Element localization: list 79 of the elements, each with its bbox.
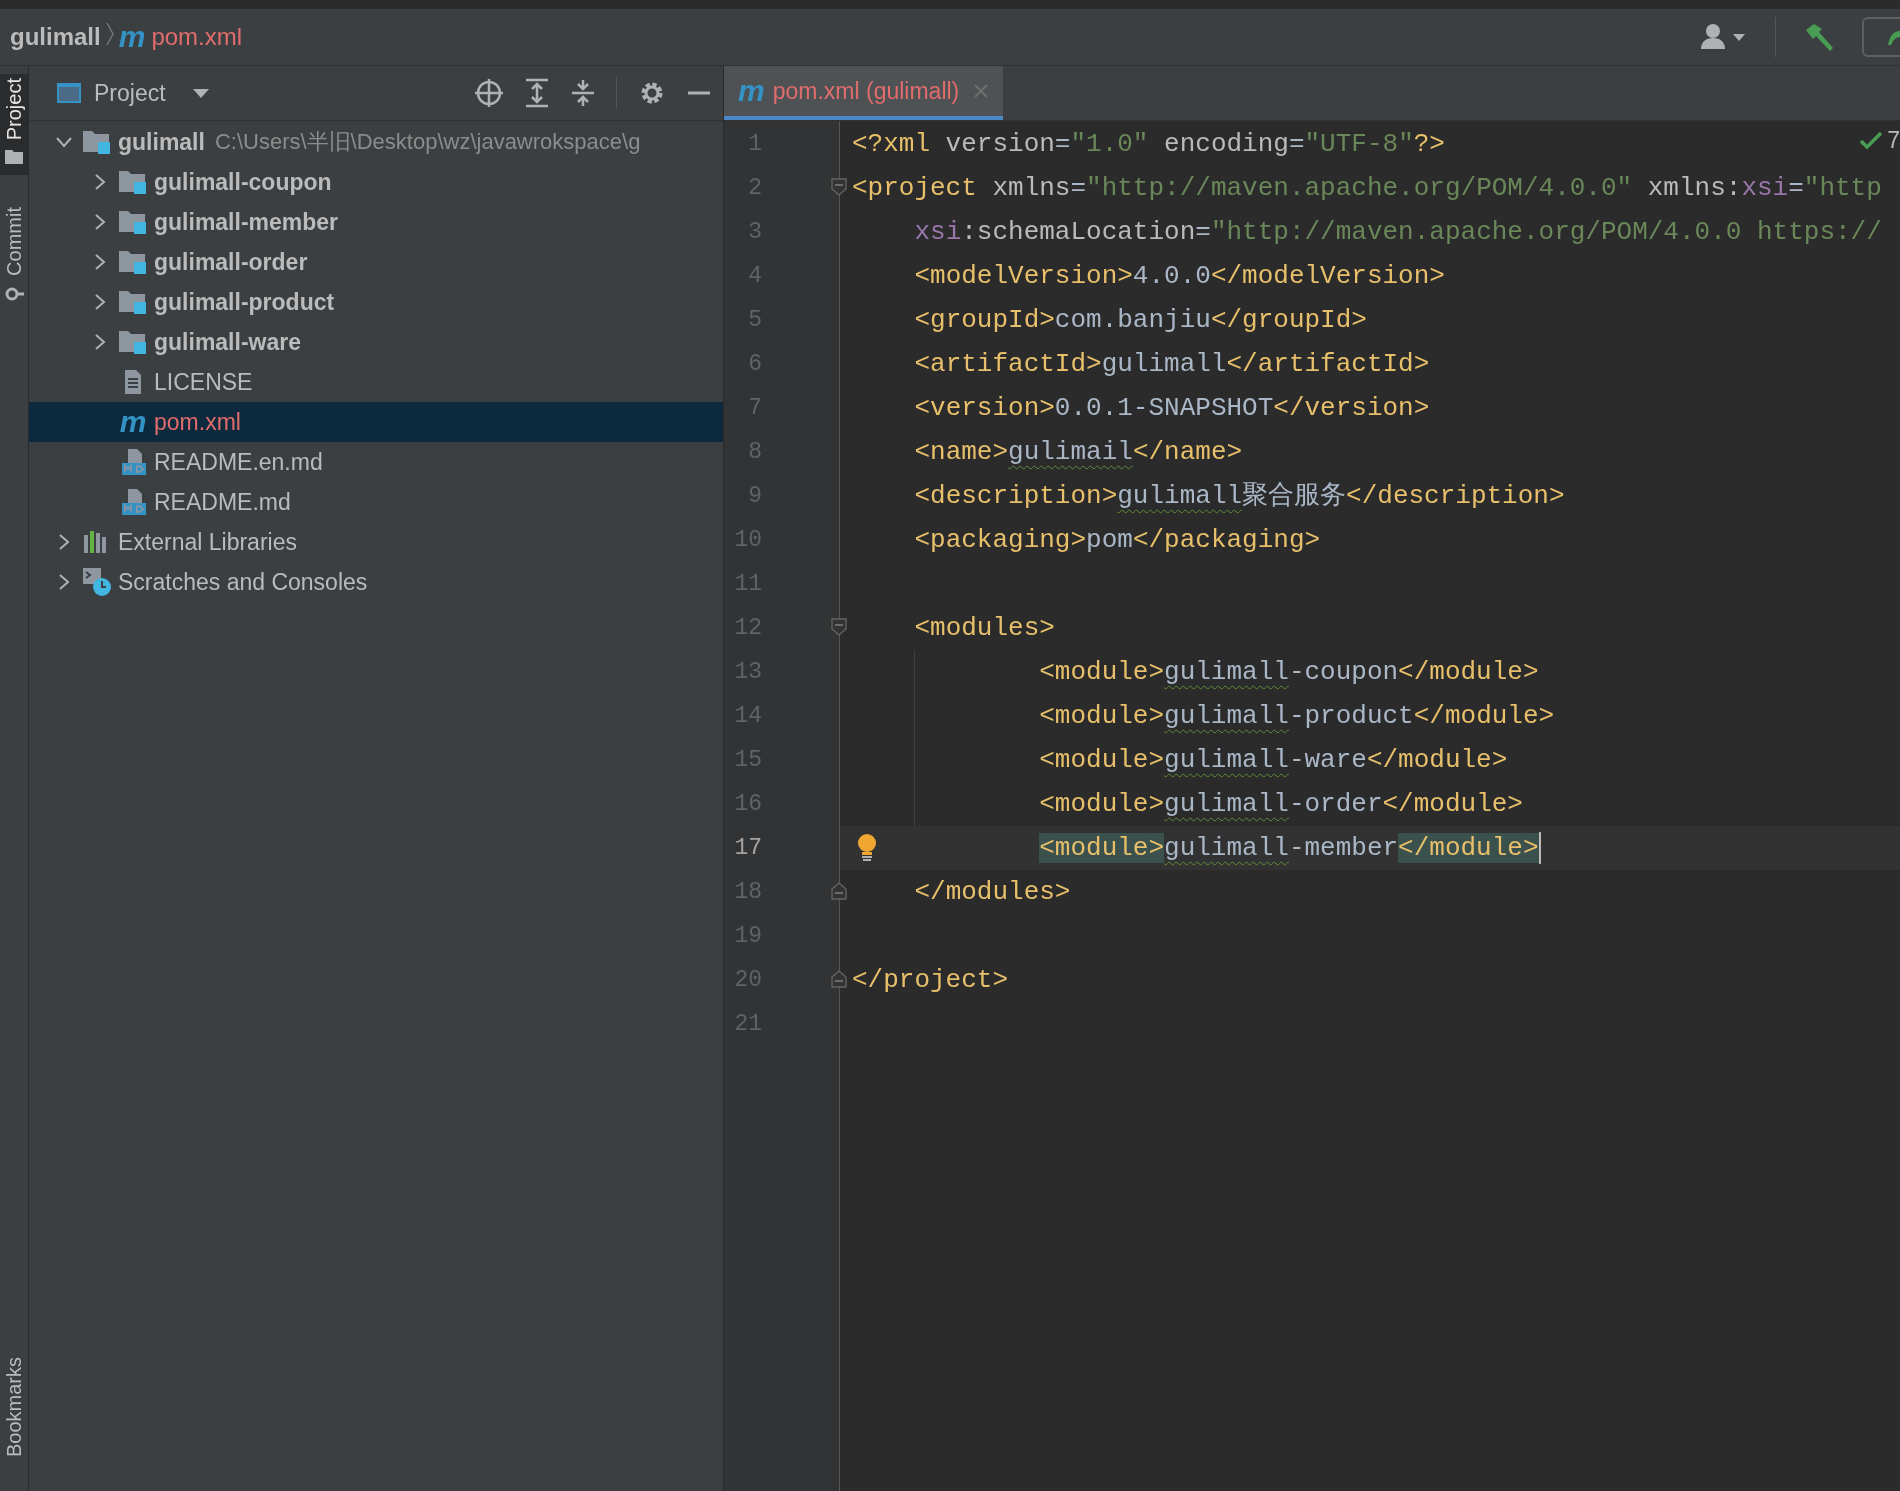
panel-window-icon xyxy=(56,82,82,104)
run-config-button[interactable] xyxy=(1862,17,1900,57)
line-number: 17 xyxy=(733,835,762,861)
caret-icon[interactable] xyxy=(191,87,210,99)
check-icon[interactable] xyxy=(1859,130,1884,151)
module-folder-icon xyxy=(118,289,148,315)
tree-row[interactable]: m pom.xml xyxy=(29,402,723,442)
code-line: <module>gulimall-coupon</module> xyxy=(852,650,1539,694)
code-line: <module>gulimall-order</module> xyxy=(852,782,1523,826)
tool-window-tab[interactable]: Commit xyxy=(0,203,28,314)
markdown-file-icon xyxy=(119,448,147,476)
module-folder-icon xyxy=(118,169,148,195)
tree-item-label: External Libraries xyxy=(118,528,297,556)
module-folder-icon xyxy=(118,329,148,355)
module-folder-icon xyxy=(118,209,148,235)
lightbulb-icon[interactable] xyxy=(856,833,878,861)
expand-all-icon[interactable] xyxy=(524,78,550,108)
tree-row[interactable]: gulimall-member xyxy=(29,202,723,242)
breadcrumb-item[interactable]: pom.xml xyxy=(151,23,243,51)
tree-row[interactable]: gulimall-order xyxy=(29,242,723,282)
project-path: C:\Users\半旧\Desktop\wz\javawrokspace\g xyxy=(214,128,641,156)
tree-row[interactable]: External Libraries xyxy=(29,522,723,562)
tree-row[interactable]: gulimall-product xyxy=(29,282,723,322)
tree-row[interactable]: README.en.md xyxy=(29,442,723,482)
tree-row[interactable]: gulimall-ware xyxy=(29,322,723,362)
fold-marker-icon[interactable] xyxy=(831,178,847,196)
code-line: <description>gulimall聚合服务</description> xyxy=(913,480,1565,513)
tree-item-label: gulimall-coupon xyxy=(154,168,332,196)
locate-icon[interactable] xyxy=(474,78,504,108)
text-file-icon xyxy=(122,369,144,395)
chevron-icon xyxy=(104,21,115,47)
code-line: <module>gulimall-member</module> xyxy=(1038,832,1539,865)
tool-window-tab[interactable]: Bookmarks xyxy=(0,1352,28,1461)
folder-icon xyxy=(4,148,24,167)
code-line: </modules> xyxy=(913,876,1071,909)
code-line: <modules> xyxy=(913,612,1055,645)
maven-icon: m xyxy=(119,407,147,437)
module-folder-icon xyxy=(82,129,112,155)
tree-row[interactable]: Scratches and Consoles xyxy=(29,562,723,602)
markdown-file-icon xyxy=(119,488,147,516)
code-line: <module>gulimall-ware</module> xyxy=(852,738,1508,782)
fold-marker-icon[interactable] xyxy=(831,882,847,900)
code-line: <name>gulimail</name> xyxy=(913,436,1243,469)
tree-item-label: gulimall-product xyxy=(154,288,335,316)
tree-row[interactable]: gulimall-coupon xyxy=(29,162,723,202)
inspection-count[interactable]: 7 xyxy=(1887,127,1900,154)
tree-item-label: gulimall-order xyxy=(154,248,308,276)
tree-row[interactable]: README.md xyxy=(29,482,723,522)
code-line: <module>gulimall-product</module> xyxy=(852,694,1555,738)
collapse-all-icon[interactable] xyxy=(570,78,596,108)
code-line: <packaging>pom</packaging> xyxy=(913,524,1321,557)
code-line: <?xml version="1.0" encoding="UTF-8"?> xyxy=(852,128,1445,161)
code-line: <artifactId>gulimall</artifactId> xyxy=(913,348,1430,381)
tree-item-label: gulimall xyxy=(118,128,205,156)
fold-marker-icon[interactable] xyxy=(831,618,847,636)
tree-item-label: Scratches and Consoles xyxy=(118,568,368,596)
text-caret xyxy=(1538,832,1541,865)
tree-item-label: pom.xml xyxy=(154,408,241,436)
tool-window-tab[interactable]: Project xyxy=(0,74,28,176)
maven-icon: m xyxy=(118,22,146,52)
panel-title[interactable]: Project xyxy=(94,79,166,107)
tree-row[interactable]: gulimall C:\Users\半旧\Desktop\wz\javawrokspace\g xyxy=(29,122,723,162)
code-line: <project xmlns="http://maven.apache.org/POM/4.0.0" xmlns:xsi="http xyxy=(852,172,1882,205)
module-folder-icon xyxy=(118,249,148,275)
tree-item-label: gulimall-ware xyxy=(154,328,301,356)
tree-item-label: LICENSE xyxy=(154,368,253,396)
tree-item-label: gulimall-member xyxy=(154,208,339,236)
code-line: <version>0.0.1-SNAPSHOT</version> xyxy=(913,392,1430,425)
tree-row[interactable]: LICENSE xyxy=(29,362,723,402)
code-line: </project> xyxy=(852,964,1009,997)
code-line: xsi:schemaLocation="http://maven.apache.org/POM/4.0.0 https:// xyxy=(913,216,1882,249)
code-line: <modelVersion>4.0.0</modelVersion> xyxy=(913,260,1445,293)
maven-icon: m xyxy=(738,76,765,106)
scratch-clock-icon xyxy=(82,567,112,597)
fold-marker-icon[interactable] xyxy=(831,970,847,988)
tree-item-label: README.md xyxy=(154,488,291,516)
code-line: <groupId>com.banjiu</groupId> xyxy=(913,304,1367,337)
tree-item-label: README.en.md xyxy=(154,448,323,476)
breadcrumb-item[interactable]: gulimall xyxy=(10,23,101,51)
